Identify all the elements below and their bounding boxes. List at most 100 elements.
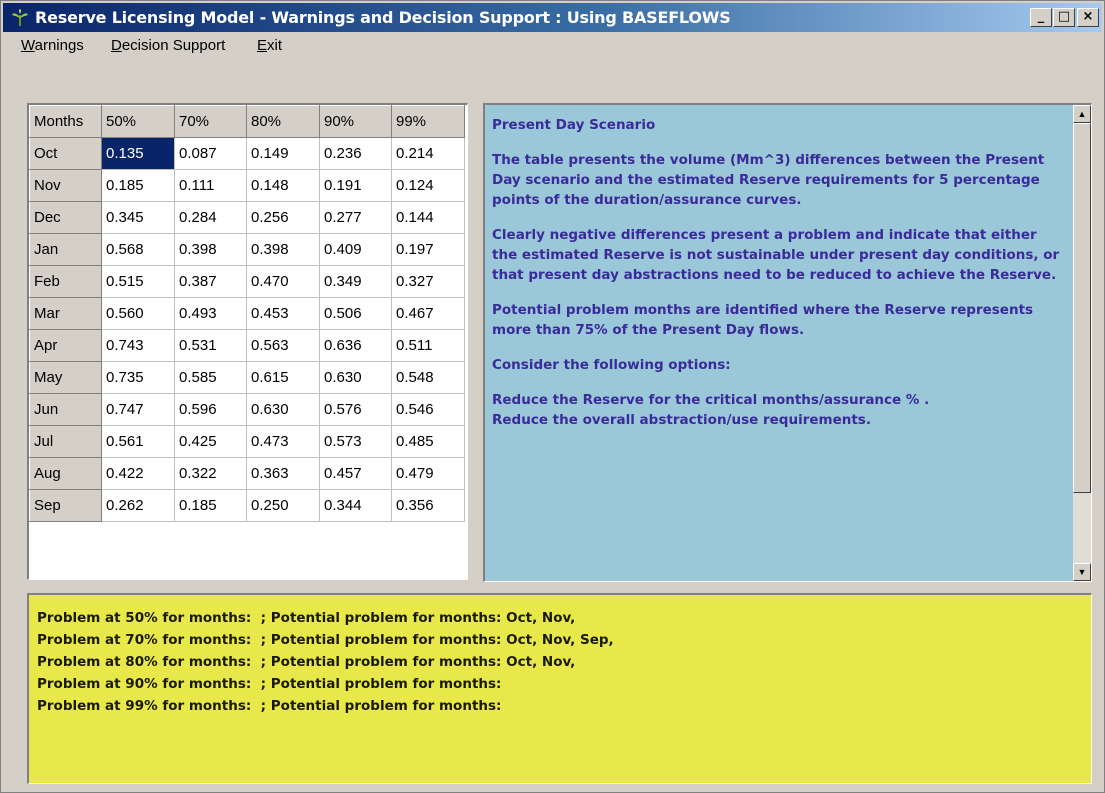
table-cell[interactable]: 0.422 [101,457,175,490]
title-bar[interactable]: Reserve Licensing Model - Warnings and D… [3,3,1102,32]
table-cell[interactable]: 0.197 [391,233,465,266]
minimize-button[interactable]: _ [1030,8,1052,27]
row-header-month[interactable]: May [29,361,102,394]
table-cell[interactable]: 0.322 [174,457,247,490]
row-header-month[interactable]: Nov [29,169,102,202]
scroll-thumb[interactable] [1073,123,1091,493]
table-cell[interactable]: 0.615 [246,361,320,394]
warning-line: Problem at 70% for months: ; Potential p… [37,632,614,648]
table-cell[interactable]: 0.345 [101,201,175,234]
table-cell[interactable]: 0.144 [391,201,465,234]
table-cell[interactable]: 0.387 [174,265,247,298]
table-cell[interactable]: 0.149 [246,137,320,170]
row-header-month[interactable]: Feb [29,265,102,298]
table-cell[interactable]: 0.191 [319,169,392,202]
menu-decision-support[interactable]: Decision Support [111,37,225,54]
table-cell[interactable]: 0.493 [174,297,247,330]
table-row: May 0.735 0.585 0.615 0.630 0.548 [29,361,465,394]
table-cell[interactable]: 0.236 [319,137,392,170]
close-button[interactable]: × [1077,8,1099,27]
menu-exit[interactable]: Exit [257,37,282,54]
scroll-down-button[interactable]: ▼ [1073,563,1091,581]
row-header-month[interactable]: Jan [29,233,102,266]
table-cell[interactable]: 0.087 [174,137,247,170]
table-cell[interactable]: 0.256 [246,201,320,234]
row-header-month[interactable]: Mar [29,297,102,330]
row-header-month[interactable]: Aug [29,457,102,490]
table-cell[interactable]: 0.327 [391,265,465,298]
table-cell[interactable]: 0.214 [391,137,465,170]
table-cell[interactable]: 0.515 [101,265,175,298]
table-cell[interactable]: 0.560 [101,297,175,330]
table-cell[interactable]: 0.735 [101,361,175,394]
table-cell[interactable]: 0.561 [101,425,175,458]
table-cell[interactable]: 0.135 [101,137,175,170]
table-cell[interactable]: 0.576 [319,393,392,426]
warnings-text: Problem at 50% for months: ; Potential p… [37,607,614,717]
scroll-up-button[interactable]: ▲ [1073,105,1091,123]
table-cell[interactable]: 0.398 [246,233,320,266]
table-cell[interactable]: 0.356 [391,489,465,522]
column-header[interactable]: 50% [101,105,175,138]
column-header[interactable]: 80% [246,105,320,138]
row-header-month[interactable]: Dec [29,201,102,234]
table-cell[interactable]: 0.284 [174,201,247,234]
table-cell[interactable]: 0.185 [101,169,175,202]
maximize-button[interactable]: □ [1053,8,1075,27]
table-cell[interactable]: 0.531 [174,329,247,362]
column-header[interactable]: 99% [391,105,465,138]
row-header-month[interactable]: Jul [29,425,102,458]
table-cell[interactable]: 0.148 [246,169,320,202]
table-cell[interactable]: 0.124 [391,169,465,202]
table-cell[interactable]: 0.630 [319,361,392,394]
table-cell[interactable]: 0.636 [319,329,392,362]
column-header[interactable]: 70% [174,105,247,138]
table-cell[interactable]: 0.573 [319,425,392,458]
table-row: Aug 0.422 0.322 0.363 0.457 0.479 [29,457,465,490]
warnings-panel[interactable]: Problem at 50% for months: ; Potential p… [27,593,1092,784]
column-header[interactable]: Months [29,105,102,138]
table-cell[interactable]: 0.363 [246,457,320,490]
column-header[interactable]: 90% [319,105,392,138]
table-cell[interactable]: 0.344 [319,489,392,522]
table-cell[interactable]: 0.546 [391,393,465,426]
table-cell[interactable]: 0.349 [319,265,392,298]
table-cell[interactable]: 0.563 [246,329,320,362]
table-cell[interactable]: 0.485 [391,425,465,458]
table-cell[interactable]: 0.585 [174,361,247,394]
table-cell[interactable]: 0.457 [319,457,392,490]
table-cell[interactable]: 0.467 [391,297,465,330]
table-cell[interactable]: 0.747 [101,393,175,426]
info-scrollbar[interactable]: ▲ ▼ [1073,105,1091,581]
table-cell[interactable]: 0.277 [319,201,392,234]
table-cell[interactable]: 0.398 [174,233,247,266]
info-panel[interactable]: Present Day Scenario The table presents t… [483,103,1092,582]
table-cell[interactable]: 0.453 [246,297,320,330]
table-cell[interactable]: 0.596 [174,393,247,426]
table-cell[interactable]: 0.409 [319,233,392,266]
menu-warnings[interactable]: Warnings [21,37,84,54]
row-header-month[interactable]: Apr [29,329,102,362]
app-icon [12,9,28,26]
warning-line: Problem at 90% for months: ; Potential p… [37,676,502,692]
table-cell[interactable]: 0.506 [319,297,392,330]
table-cell[interactable]: 0.262 [101,489,175,522]
table-cell[interactable]: 0.568 [101,233,175,266]
table-cell[interactable]: 0.743 [101,329,175,362]
table-cell[interactable]: 0.479 [391,457,465,490]
table-cell[interactable]: 0.470 [246,265,320,298]
table-cell[interactable]: 0.111 [174,169,247,202]
table-cell[interactable]: 0.511 [391,329,465,362]
table-cell[interactable]: 0.425 [174,425,247,458]
row-header-month[interactable]: Oct [29,137,102,170]
table-cell[interactable]: 0.473 [246,425,320,458]
table-row: Dec 0.345 0.284 0.256 0.277 0.144 [29,201,465,234]
table-cell[interactable]: 0.548 [391,361,465,394]
table-cell[interactable]: 0.185 [174,489,247,522]
table-cell[interactable]: 0.250 [246,489,320,522]
row-header-month[interactable]: Sep [29,489,102,522]
window-title: Reserve Licensing Model - Warnings and D… [35,8,731,27]
reserve-difference-grid[interactable]: Months 50% 70% 80% 90% 99% Oct 0.135 0.087… [27,103,468,580]
row-header-month[interactable]: Jun [29,393,102,426]
table-cell[interactable]: 0.630 [246,393,320,426]
